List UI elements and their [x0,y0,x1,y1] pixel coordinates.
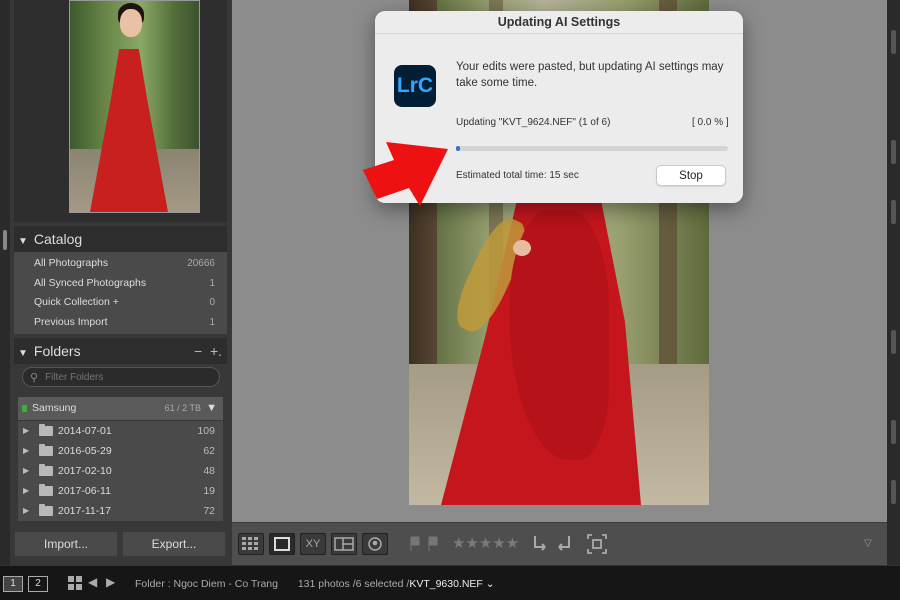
grid-view-icon[interactable] [238,533,264,555]
folder-icon [39,484,53,496]
catalog-list: All Photographs 20666 All Synced Photogra… [14,252,227,334]
toolbar-menu-icon[interactable]: ▽ [864,533,872,555]
right-panel-edge[interactable] [887,0,900,565]
catalog-item-quick-collection[interactable]: Quick Collection +0 [14,293,227,313]
expand-triangle-icon[interactable]: ▶ [23,441,29,461]
item-count: 0 [209,297,215,309]
progress-bar [456,146,728,151]
folder-icon [39,504,53,516]
folders-list: ▶ 2014-07-01 109 ▶ 2016-05-29 62 ▶ 2017-02-10… [18,421,223,521]
folder-item[interactable]: ▶ 2017-06-11 19 [18,481,223,501]
folder-source-label[interactable]: Folder : Ngoc Diem - Co Trang [135,578,278,590]
rating-stars[interactable]: ★★★★★ [452,534,519,552]
panel-handle[interactable] [891,480,896,504]
main-window-button[interactable]: 1 [3,576,23,592]
dialog-message: Your edits were pasted, but updating AI … [456,61,724,89]
catalog-header[interactable]: ▼ Catalog [14,226,227,252]
collapse-triangle-icon[interactable]: ▼ [18,341,28,367]
folder-item[interactable]: ▶ 2017-02-10 48 [18,461,223,481]
folder-item[interactable]: ▶ 2016-05-29 62 [18,441,223,461]
catalog-title: Catalog [33,231,83,247]
red-arrow-annotation [363,142,448,206]
forward-arrow-icon[interactable]: ▶ [106,575,115,589]
folder-filter-input[interactable] [45,370,215,385]
volume-name: Samsung [32,402,77,414]
current-file-name[interactable]: KVT_9630.NEF [409,578,483,590]
expand-triangle-icon[interactable]: ▶ [23,501,29,521]
expand-triangle-icon[interactable]: ▶ [23,481,29,501]
volume-info: 61 / 2 TB [164,403,201,413]
rotate-left-icon[interactable] [530,533,550,562]
navigator-preview-image[interactable] [69,0,200,213]
left-panel: ▼ Catalog All Photographs 20666 All Synced… [0,0,232,565]
export-button[interactable]: Export... [122,531,226,557]
folders-title: Folders [33,343,81,359]
compare-view-icon[interactable]: XY [300,533,326,555]
left-panel-edge[interactable] [0,0,10,565]
dialog-title: Updating AI Settings [375,11,743,34]
reject-flag-icon[interactable] [426,533,440,562]
grid-icon[interactable] [68,576,82,595]
folder-item[interactable]: ▶ 2017-11-17 72 [18,501,223,521]
panel-collapse-handle[interactable] [3,230,7,250]
estimated-time: Estimated total time: 15 sec [456,170,579,181]
search-icon: ⚲ [30,372,39,384]
panel-handle[interactable] [891,200,896,224]
second-window-button[interactable]: 2 [28,576,48,592]
photo-count: 131 photos /6 selected / [297,578,410,590]
item-count: 1 [209,277,215,289]
crop-icon[interactable] [586,533,608,562]
item-count: 20666 [187,258,215,269]
file-menu-caret-icon[interactable]: ⌄ [486,578,495,590]
expand-triangle-icon[interactable]: ▶ [23,421,29,441]
panel-handle[interactable] [891,420,896,444]
filmstrip-info: Folder : Ngoc Diem - Co Trang 131 photos… [135,578,495,590]
catalog-item-all-photographs[interactable]: All Photographs 20666 [14,254,227,274]
panel-handle[interactable] [891,140,896,164]
survey-view-icon[interactable] [331,533,357,555]
rotate-right-icon[interactable] [554,533,574,562]
volume-status-icon [22,405,27,412]
panel-handle[interactable] [891,30,896,54]
volume-row[interactable]: Samsung 61 / 2 TB ▼ [18,397,223,420]
catalog-item-synced[interactable]: All Synced Photographs 1 [14,274,227,294]
people-view-icon[interactable] [362,533,388,555]
import-button[interactable]: Import... [14,531,118,557]
stop-button[interactable]: Stop [656,165,726,186]
back-arrow-icon[interactable]: ◀ [88,575,97,589]
folder-item[interactable]: ▶ 2014-07-01 109 [18,421,223,441]
folder-icon [39,424,53,436]
progress-status: Updating "KVT_9624.NEF" (1 of 6) [456,117,611,128]
panel-handle[interactable] [891,330,896,354]
folder-filter-field[interactable]: ⚲ [22,367,220,387]
lightroom-classic-icon: LrC [394,65,436,107]
folder-icon [39,444,53,456]
add-folder-button[interactable]: +. [210,338,222,364]
volume-menu-icon[interactable]: ▼ [206,397,217,420]
flag-icon[interactable] [408,533,422,562]
remove-folder-button[interactable]: − [194,338,202,364]
progress-bar-fill [456,146,460,151]
toolbar: XY ★★★★★ ▽ [232,522,887,565]
folders-header[interactable]: ▼ Folders − +. [14,338,227,364]
progress-percent: [ 0.0 % ] [692,117,729,128]
filmstrip-bar: 1 2 ◀ ▶ Folder : Ngoc Diem - Co Trang 13… [0,565,900,600]
expand-triangle-icon[interactable]: ▶ [23,461,29,481]
folder-icon [39,464,53,476]
catalog-item-previous-import[interactable]: Previous Import 1 [14,313,227,333]
loupe-view-icon[interactable] [269,533,295,555]
item-count: 1 [209,317,215,329]
navigator-panel [14,0,227,222]
